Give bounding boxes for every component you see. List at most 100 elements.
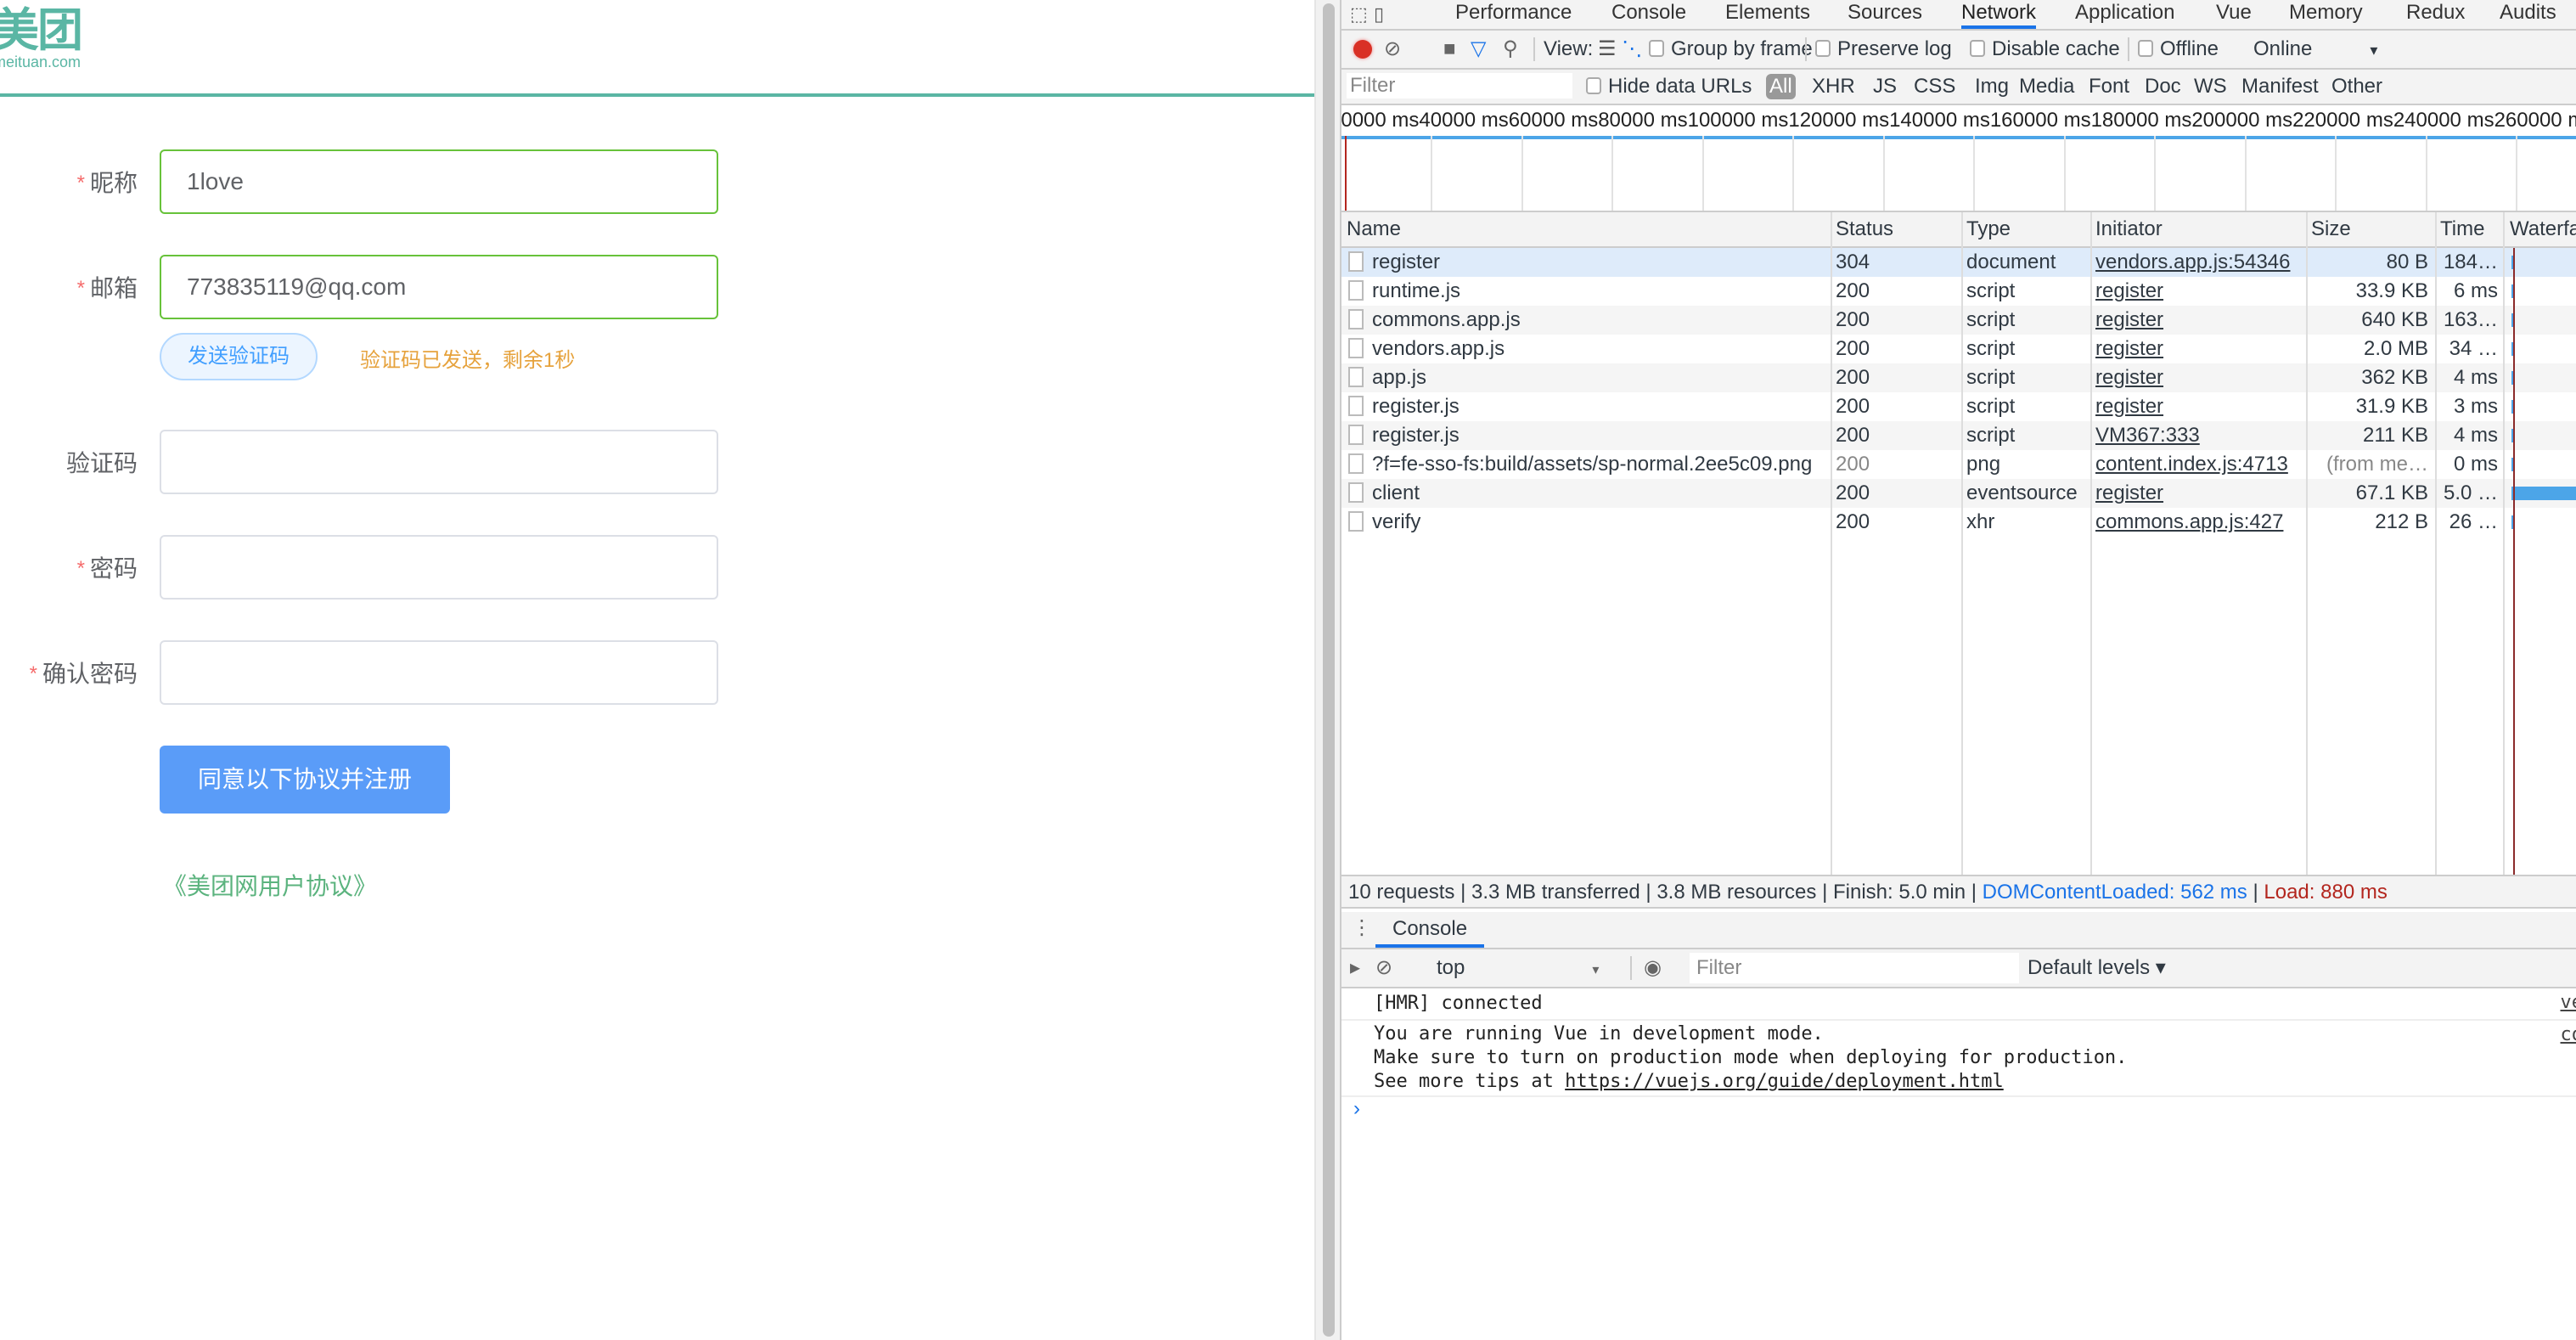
- waterfall-view-icon[interactable]: ⋱: [1622, 37, 1642, 61]
- request-row[interactable]: client 200 eventsource register 67.1 KB 5.0 …: [1341, 479, 2576, 508]
- tab-audits[interactable]: Audits: [2500, 0, 2556, 29]
- tab-vue[interactable]: Vue: [2216, 0, 2252, 29]
- col-waterfall[interactable]: Waterfall: [2505, 212, 2576, 246]
- request-row[interactable]: commons.app.js 200 script register 640 KB 163…: [1341, 306, 2576, 335]
- request-row[interactable]: verify 200 xhr commons.app.js:427 212 B 26 …: [1341, 508, 2576, 537]
- filter-type-all[interactable]: All: [1766, 74, 1796, 99]
- tab-console[interactable]: Console: [1611, 0, 1686, 29]
- request-status: 200: [1836, 366, 1870, 389]
- log-levels-select[interactable]: Default levels ▾: [2028, 956, 2166, 980]
- column-divider[interactable]: [2306, 212, 2308, 875]
- tab-application[interactable]: Application: [2075, 0, 2174, 29]
- disable-cache-checkbox[interactable]: Disable cache: [1970, 37, 2120, 61]
- large-rows-icon[interactable]: ☰: [1598, 37, 1617, 61]
- filter-icon[interactable]: ▽: [1471, 37, 1486, 61]
- tab-performance[interactable]: Performance: [1455, 0, 1572, 29]
- code-input[interactable]: [160, 430, 718, 494]
- confirm-password-input[interactable]: [160, 640, 718, 705]
- hide-data-urls-checkbox[interactable]: Hide data URLs: [1586, 74, 1752, 99]
- filter-type-xhr[interactable]: XHR: [1812, 74, 1855, 99]
- network-overview-timeline[interactable]: 20000 ms40000 ms60000 ms80000 ms100000 m…: [1341, 105, 2576, 212]
- request-initiator[interactable]: content.index.js:4713: [2095, 450, 2299, 479]
- summary-requests: 10 requests: [1348, 881, 1455, 904]
- request-row[interactable]: vendors.app.js 200 script register 2.0 MB 34 …: [1341, 335, 2576, 363]
- user-agreement-link[interactable]: 《美团网用户协议》: [163, 868, 377, 902]
- screenshot-icon[interactable]: ■: [1443, 37, 1456, 61]
- col-type[interactable]: Type: [1961, 212, 2011, 246]
- request-row[interactable]: register 304 document vendors.app.js:54346 8…: [1341, 248, 2576, 277]
- filter-type-media[interactable]: Media: [2019, 74, 2074, 99]
- request-name: ?f=fe-sso-fs:build/assets/sp-normal.2ee5…: [1348, 450, 1824, 479]
- tab-network[interactable]: Network: [1961, 0, 2037, 29]
- tab-elements[interactable]: Elements: [1725, 0, 1810, 29]
- record-icon[interactable]: [1353, 40, 1372, 59]
- column-divider[interactable]: [2503, 212, 2505, 875]
- page-scrollbar[interactable]: [1314, 0, 1340, 1340]
- request-initiator[interactable]: register: [2095, 363, 2299, 392]
- register-button[interactable]: 同意以下协议并注册: [160, 746, 450, 814]
- request-initiator[interactable]: register: [2095, 306, 2299, 335]
- clear-console-icon[interactable]: ⊘: [1375, 956, 1392, 980]
- request-initiator[interactable]: register: [2095, 479, 2299, 508]
- request-row[interactable]: app.js 200 script register 362 KB 4 ms: [1341, 363, 2576, 392]
- clear-icon[interactable]: ⊘: [1384, 37, 1401, 61]
- request-row[interactable]: register.js 200 script register 31.9 KB 3 ms: [1341, 392, 2576, 421]
- request-initiator[interactable]: commons.app.js:427: [2095, 508, 2299, 537]
- scrollbar-thumb[interactable]: [1323, 3, 1335, 1337]
- nickname-input[interactable]: 1love: [160, 149, 718, 214]
- col-time[interactable]: Time: [2435, 212, 2484, 246]
- column-divider[interactable]: [1831, 212, 1832, 875]
- col-status[interactable]: Status: [1831, 212, 1893, 246]
- column-divider[interactable]: [2435, 212, 2437, 875]
- drawer-tab-console[interactable]: Console: [1375, 912, 1485, 948]
- tab-sources[interactable]: Sources: [1848, 0, 1922, 29]
- sidebar-toggle-icon[interactable]: ▸: [1350, 956, 1360, 980]
- request-initiator[interactable]: vendors.app.js:54346: [2095, 248, 2299, 277]
- tab-redux[interactable]: Redux: [2406, 0, 2465, 29]
- context-select[interactable]: top ▾: [1437, 956, 1599, 982]
- filter-type-manifest[interactable]: Manifest: [2241, 74, 2319, 99]
- request-row[interactable]: register.js 200 script VM367:333 211 KB 4 ms: [1341, 421, 2576, 450]
- search-icon[interactable]: ⚲: [1503, 37, 1518, 61]
- meituan-logo[interactable]: 美团 meituan.com: [0, 5, 83, 70]
- filter-type-ws[interactable]: WS: [2194, 74, 2227, 99]
- network-filter-input[interactable]: Filter: [1347, 73, 1572, 99]
- waterfall-bar: [2511, 487, 2576, 500]
- request-row[interactable]: runtime.js 200 script register 33.9 KB 6 ms: [1341, 277, 2576, 306]
- filter-type-js[interactable]: JS: [1873, 74, 1897, 99]
- filter-type-css[interactable]: CSS: [1914, 74, 1955, 99]
- group-by-frame-checkbox[interactable]: Group by frame: [1649, 37, 1813, 61]
- console-message-link[interactable]: https://vuejs.org/guide/deployment.html: [1565, 1071, 2004, 1092]
- filter-type-img[interactable]: Img: [1975, 74, 2009, 99]
- console-message-source[interactable]: ve: [2561, 992, 2576, 1013]
- password-input[interactable]: [160, 535, 718, 600]
- device-toolbar-icon[interactable]: ▯: [1374, 3, 1394, 25]
- preserve-log-checkbox[interactable]: Preserve log: [1815, 37, 1952, 61]
- request-initiator[interactable]: register: [2095, 335, 2299, 363]
- email-input[interactable]: 773835119@qq.com: [160, 255, 718, 319]
- column-divider[interactable]: [2090, 212, 2092, 875]
- col-initiator[interactable]: Initiator: [2090, 212, 2163, 246]
- filter-type-doc[interactable]: Doc: [2145, 74, 2181, 99]
- drawer-menu-icon[interactable]: ⋮: [1352, 915, 1372, 940]
- col-name[interactable]: Name: [1341, 212, 1401, 246]
- col-size[interactable]: Size: [2306, 212, 2351, 246]
- send-code-button[interactable]: 发送验证码: [160, 333, 318, 380]
- inspect-element-icon[interactable]: ⬚: [1350, 3, 1370, 25]
- timeline-gridline: [1521, 136, 1523, 211]
- request-initiator[interactable]: register: [2095, 277, 2299, 306]
- request-row[interactable]: ?f=fe-sso-fs:build/assets/sp-normal.2ee5…: [1341, 450, 2576, 479]
- tab-memory[interactable]: Memory: [2289, 0, 2363, 29]
- filter-type-font[interactable]: Font: [2089, 74, 2129, 99]
- filter-type-other[interactable]: Other: [2331, 74, 2382, 99]
- throttling-select[interactable]: Online ▾: [2253, 37, 2377, 62]
- console-prompt[interactable]: ›: [1353, 1097, 1360, 1121]
- console-message-source[interactable]: co: [2561, 1024, 2576, 1045]
- request-initiator[interactable]: register: [2095, 392, 2299, 421]
- offline-checkbox[interactable]: Offline: [2138, 37, 2219, 61]
- console-filter-input[interactable]: Filter: [1690, 953, 2019, 983]
- live-expression-eye-icon[interactable]: ◉: [1644, 956, 1662, 980]
- column-divider[interactable]: [1961, 212, 1963, 875]
- request-status: 200: [1836, 279, 1870, 302]
- request-initiator[interactable]: VM367:333: [2095, 421, 2299, 450]
